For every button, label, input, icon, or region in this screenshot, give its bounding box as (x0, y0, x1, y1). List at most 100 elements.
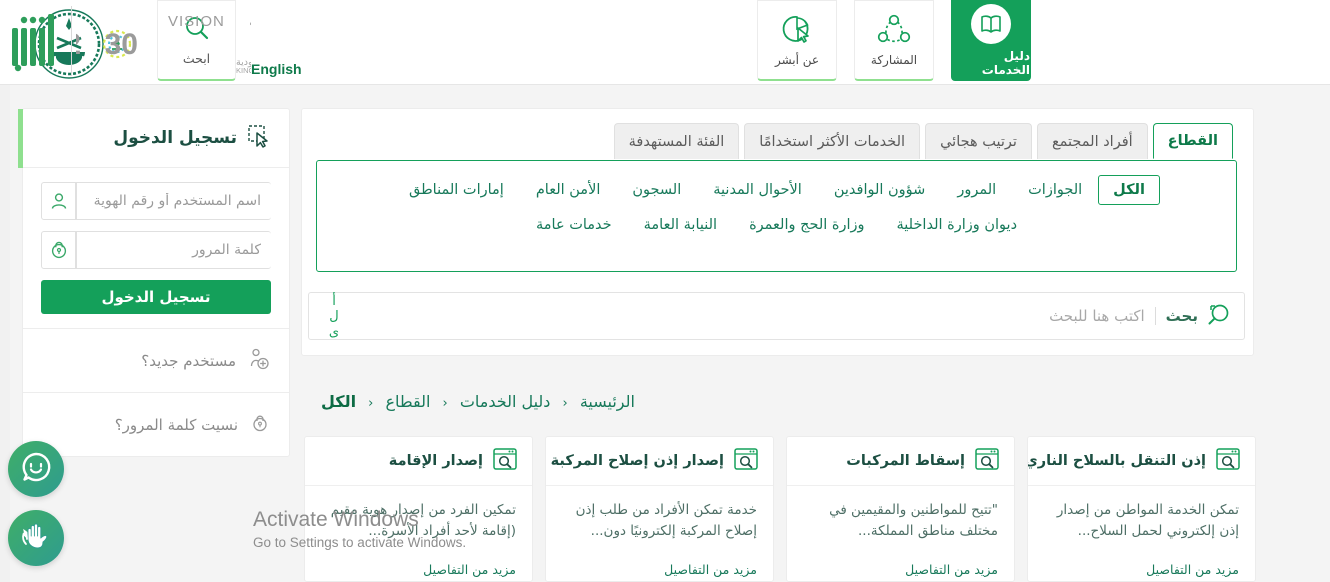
services-search-bar: بحث أ ل ى (308, 292, 1245, 340)
filter-chip-public-security[interactable]: الأمن العام (520, 176, 617, 204)
glyph-lam: ل (329, 309, 339, 325)
service-card-details-link[interactable]: مزيد من التفاصيل (546, 562, 773, 581)
tab-sector[interactable]: القطاع (1152, 123, 1233, 159)
password-field-group (41, 231, 271, 269)
window-search-icon (492, 447, 518, 475)
service-card[interactable]: إصدار إذن إصلاح المركبة خدمة تمكن الأفرا… (545, 436, 774, 582)
breadcrumb-item-sector[interactable]: القطاع (385, 392, 430, 411)
tab-target-group[interactable]: الفئة المستهدفة (613, 123, 740, 159)
breadcrumb-separator: ‹ (562, 396, 568, 411)
lock-icon (249, 412, 271, 438)
filter-chip-public-prosecution[interactable]: النيابة العامة (628, 211, 733, 239)
tab-alphabetical[interactable]: ترتيب هجائي (925, 123, 1032, 159)
password-input[interactable] (76, 231, 271, 269)
service-card[interactable]: إذن التنقل بالسلاح الناري تمكن الخدمة ال… (1027, 436, 1256, 582)
svg-text:KINGDOM OF SAUDI ARABIA: KINGDOM OF SAUDI ARABIA (236, 66, 251, 74)
breadcrumb-separator: ‹ (368, 396, 374, 411)
book-icon (971, 3, 1011, 44)
add-user-icon (247, 347, 271, 375)
username-input[interactable] (76, 182, 271, 220)
header-nav-tiles: دليل الخدمات المشاركة عن أبشر (757, 0, 1031, 81)
category-tabs: القطاع أفراد المجتمع ترتيب هجائي الخدمات… (609, 109, 1253, 159)
sector-filter-row-1: الكل الجوازات المرور شؤون الوافدين الأحو… (317, 175, 1236, 205)
service-card-description: "تتيح للمواطنين والمقيمين في مختلف مناطق… (829, 502, 998, 539)
filter-chip-civil-affairs[interactable]: الأحوال المدنية (697, 176, 818, 204)
service-card-details-link[interactable]: مزيد من التفاصيل (305, 562, 532, 581)
service-card[interactable]: إصدار الإقامة تمكين الفرد من إصدار هوية … (304, 436, 533, 582)
filter-chip-general-services[interactable]: خدمات عامة (520, 211, 628, 239)
tab-community-members[interactable]: أفراد المجتمع (1036, 123, 1148, 159)
nav-tile-participation[interactable]: المشاركة (854, 0, 934, 81)
search-icon (1206, 302, 1232, 330)
service-card-title: إسقاط المركبات (846, 453, 965, 469)
breadcrumb-item-services-directory[interactable]: دليل الخدمات (460, 392, 551, 411)
service-card-title: إصدار إذن إصلاح المركبة (550, 453, 724, 469)
service-card-details-link[interactable]: مزيد من التفاصيل (787, 562, 1014, 581)
search-vertical-glyphs: أ ل ى (314, 294, 354, 340)
filter-chip-regional-emirates[interactable]: إمارات المناطق (393, 176, 520, 204)
forgot-password-label: نسيت كلمة المرور؟ (114, 415, 238, 434)
cursor-circle-icon (781, 14, 813, 48)
service-card-header: إصدار إذن إصلاح المركبة (546, 437, 773, 486)
service-card-details-link[interactable]: مزيد من التفاصيل (1028, 562, 1255, 581)
nav-tile-about-absher[interactable]: عن أبشر (757, 0, 837, 81)
sector-filter-box: الكل الجوازات المرور شؤون الوافدين الأحو… (316, 160, 1237, 272)
filter-chip-passports[interactable]: الجوازات (1012, 176, 1098, 204)
chat-smiley-icon (19, 450, 53, 488)
login-panel: تسجيل الدخول اسم المستخدم أو رقم الهوية … (18, 108, 290, 457)
tab-most-used-services[interactable]: الخدمات الأكثر استخدامًا (744, 123, 921, 159)
absher-logo (10, 6, 72, 76)
breadcrumb-item-all: الكل (321, 392, 357, 411)
login-submit-button[interactable]: تسجيل الدخول (41, 280, 271, 314)
filter-chip-prisons[interactable]: السجون (616, 176, 697, 204)
new-user-label: مستخدم جديد؟ (141, 351, 236, 370)
window-search-icon (1215, 447, 1241, 475)
service-card-header: إذن التنقل بالسلاح الناري (1028, 437, 1255, 486)
service-card-header: إصدار الإقامة (305, 437, 532, 486)
vision-2030-logo: رؤيــــــة VISION 2 30 المملكة العربية ا… (76, 8, 251, 74)
login-panel-title: تسجيل الدخول (113, 128, 237, 148)
services-filter-panel: القطاع أفراد المجتمع ترتيب هجائي الخدمات… (301, 108, 1254, 356)
chat-assistant-button[interactable] (8, 441, 64, 497)
username-field-group (41, 182, 271, 220)
nav-tile-label: المشاركة (870, 52, 918, 67)
window-search-icon (733, 447, 759, 475)
service-card-description: تمكن الخدمة المواطن من إصدار إذن إلكترون… (1056, 502, 1239, 539)
search-input[interactable] (309, 307, 1145, 325)
nav-tile-services-directory[interactable]: دليل الخدمات (951, 0, 1031, 81)
service-card-header: إسقاط المركبات (787, 437, 1014, 486)
sign-language-hands-icon (19, 520, 53, 556)
service-card-title: إذن التنقل بالسلاح الناري (1027, 453, 1206, 469)
site-header: ابحث English دليل الخدمات المشاركة عن أب… (0, 0, 1330, 85)
breadcrumb-separator: ‹ (442, 396, 448, 411)
user-icon (41, 182, 76, 220)
sector-filter-row-2: ديوان وزارة الداخلية وزارة الحج والعمرة … (317, 211, 1236, 239)
filter-chip-interior-ministry-diwan[interactable]: ديوان وزارة الداخلية (881, 211, 1034, 239)
filter-chip-hajj-umrah-ministry[interactable]: وزارة الحج والعمرة (733, 211, 880, 239)
login-panel-header: تسجيل الدخول (18, 109, 289, 168)
glyph-alef: أ (332, 294, 336, 310)
login-form: تسجيل الدخول (23, 168, 289, 328)
svg-text:رؤيــــــة: رؤيــــــة (249, 12, 251, 30)
svg-text:VISION: VISION (168, 13, 225, 30)
glyph-alef-maqsura: ى (328, 324, 340, 340)
svg-text:30: 30 (105, 28, 138, 61)
login-accent-bar (18, 109, 23, 168)
search-bar-label: بحث (1154, 307, 1198, 325)
cursor-select-icon (247, 124, 271, 152)
breadcrumb: الرئيسية ‹ دليل الخدمات ‹ القطاع ‹ الكل (301, 392, 1254, 411)
filter-chip-all[interactable]: الكل (1098, 175, 1160, 205)
page-scrollbar[interactable] (0, 85, 10, 582)
forgot-password-link[interactable]: نسيت كلمة المرور؟ (23, 392, 289, 456)
service-cards-list: إذن التنقل بالسلاح الناري تمكن الخدمة ال… (299, 436, 1256, 582)
share-network-icon (877, 14, 911, 48)
breadcrumb-item-home[interactable]: الرئيسية (580, 392, 635, 411)
new-user-link[interactable]: مستخدم جديد؟ (23, 328, 289, 392)
language-switch-english[interactable]: English (251, 61, 302, 77)
nav-tile-label: دليل الخدمات (981, 48, 1030, 77)
page-root: ابحث English دليل الخدمات المشاركة عن أب… (0, 0, 1330, 582)
filter-chip-traffic[interactable]: المرور (941, 176, 1012, 204)
filter-chip-expatriate-affairs[interactable]: شؤون الوافدين (818, 176, 941, 204)
sign-language-button[interactable] (8, 510, 64, 566)
service-card[interactable]: إسقاط المركبات "تتيح للمواطنين والمقيمين… (786, 436, 1015, 582)
